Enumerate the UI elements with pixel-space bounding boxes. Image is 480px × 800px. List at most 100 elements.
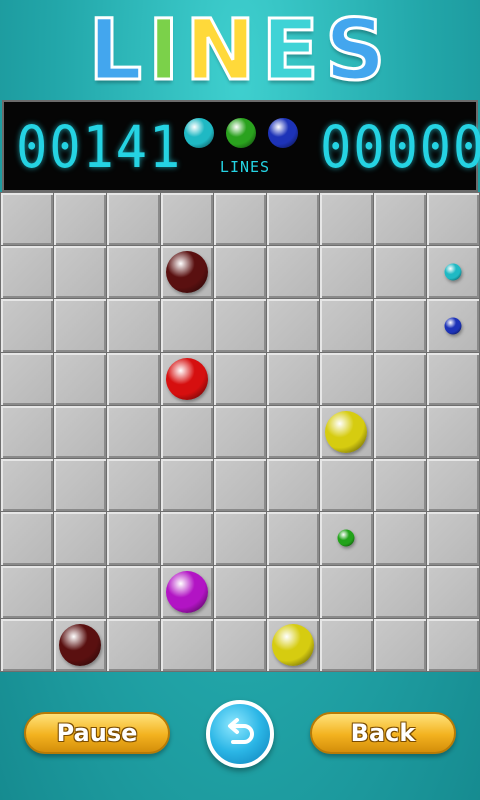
board-cell[interactable] [426,512,479,565]
board-cell[interactable] [107,352,160,405]
pause-button[interactable]: Pause [24,712,170,754]
board-cell[interactable] [320,565,373,618]
board-cell[interactable] [320,299,373,352]
board-cell[interactable] [320,459,373,512]
board-cell[interactable] [1,618,54,671]
high-score-display: 00000 [320,113,480,181]
game-board[interactable] [0,192,480,672]
board-cell[interactable] [373,565,426,618]
board-cell[interactable] [267,193,320,246]
game-title: LINES [0,1,480,100]
board-cell[interactable] [320,246,373,299]
small-ball-blue[interactable] [444,317,462,335]
back-button[interactable]: Back [310,712,456,754]
board-cell[interactable] [267,246,320,299]
board-cell[interactable] [160,299,213,352]
ball-yellow[interactable] [325,410,368,453]
board-cell[interactable] [373,299,426,352]
board-cell[interactable] [54,405,107,459]
board-cell[interactable] [267,459,320,512]
board-cell[interactable] [213,618,267,671]
small-ball-cyan[interactable] [444,263,462,281]
board-cell[interactable] [373,246,426,299]
board-cell[interactable] [1,405,54,459]
board-cell[interactable] [426,193,479,246]
board-cell[interactable] [107,405,160,459]
board-cell[interactable] [213,352,267,405]
next-ball-green [226,118,256,148]
board-cell[interactable] [107,618,160,671]
board-cell[interactable] [54,246,107,299]
board-cell[interactable] [320,405,373,459]
board-cell[interactable] [54,512,107,565]
board-cell[interactable] [160,459,213,512]
board-cell[interactable] [107,565,160,618]
board-cell[interactable] [54,299,107,352]
board-cell[interactable] [107,193,160,246]
ball-maroon[interactable] [59,623,102,666]
board-cell[interactable] [426,618,479,671]
board-cell[interactable] [320,512,373,565]
undo-arrow-icon [228,718,254,744]
undo-button[interactable] [206,700,274,768]
board-cell[interactable] [373,512,426,565]
board-cell[interactable] [373,405,426,459]
board-cell[interactable] [213,512,267,565]
ball-magenta[interactable] [165,570,208,613]
board-cell[interactable] [1,512,54,565]
board-cell[interactable] [213,565,267,618]
board-cell[interactable] [213,193,267,246]
board-cell[interactable] [426,565,479,618]
board-cell[interactable] [107,459,160,512]
ball-red[interactable] [165,357,208,400]
board-cell[interactable] [320,352,373,405]
board-cell[interactable] [160,352,213,405]
board-cell[interactable] [54,565,107,618]
board-cell[interactable] [54,352,107,405]
board-cell[interactable] [267,299,320,352]
board-cell[interactable] [160,405,213,459]
board-cell[interactable] [107,299,160,352]
board-cell[interactable] [426,405,479,459]
board-cell[interactable] [160,246,213,299]
board-cell[interactable] [1,193,54,246]
next-ball-cyan [184,118,214,148]
board-cell[interactable] [54,618,107,671]
ball-maroon[interactable] [165,251,208,294]
board-cell[interactable] [1,565,54,618]
board-cell[interactable] [426,352,479,405]
board-cell[interactable] [373,193,426,246]
board-cell[interactable] [373,618,426,671]
board-cell[interactable] [160,193,213,246]
board-cell[interactable] [160,565,213,618]
board-cell[interactable] [160,512,213,565]
board-cell[interactable] [1,459,54,512]
board-cell[interactable] [1,352,54,405]
board-cell[interactable] [54,193,107,246]
board-cell[interactable] [213,405,267,459]
board-cell[interactable] [267,405,320,459]
board-cell[interactable] [107,246,160,299]
board-cell[interactable] [373,352,426,405]
board-cell[interactable] [320,193,373,246]
small-ball-green[interactable] [337,529,355,547]
score-display: 00141 [16,113,183,181]
board-cell[interactable] [267,565,320,618]
board-cell[interactable] [1,246,54,299]
board-cell[interactable] [1,299,54,352]
board-cell[interactable] [160,618,213,671]
board-cell[interactable] [267,618,320,671]
board-cell[interactable] [426,299,479,352]
ball-yellow[interactable] [272,623,315,666]
board-cell[interactable] [213,246,267,299]
board-cell[interactable] [426,246,479,299]
board-cell[interactable] [267,352,320,405]
board-cell[interactable] [107,512,160,565]
board-cell[interactable] [373,459,426,512]
board-cell[interactable] [54,459,107,512]
board-cell[interactable] [320,618,373,671]
board-cell[interactable] [426,459,479,512]
board-cell[interactable] [213,459,267,512]
board-cell[interactable] [213,299,267,352]
board-cell[interactable] [267,512,320,565]
